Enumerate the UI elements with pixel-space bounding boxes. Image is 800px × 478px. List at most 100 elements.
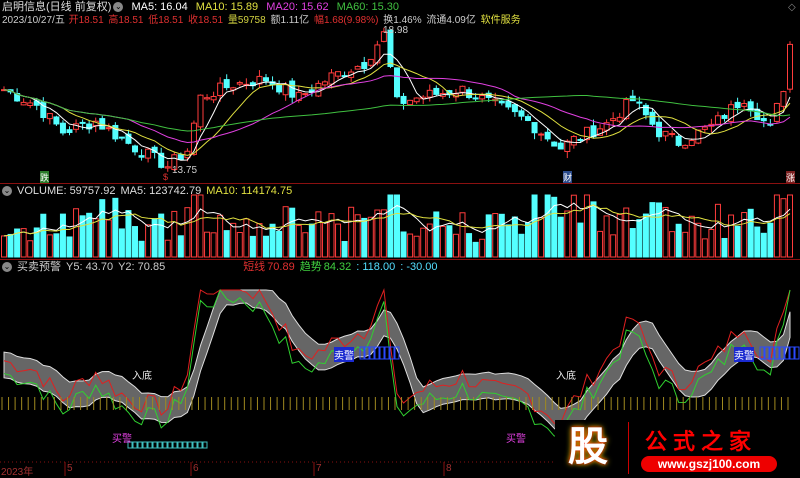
volume-bar [177,235,184,258]
volume-bar [315,211,322,258]
candle-body [407,99,414,106]
max-price-label: 18.98 [383,25,409,36]
volume-bar [616,213,623,258]
candle-body [354,65,361,70]
value-118: : 118.00 [356,261,396,273]
indicator-header: ⌄ 买卖预警 Y5: 43.70 Y2: 70.85 短线 70.89 趋势 84.32: 1… [2,261,443,274]
candle-body [754,108,761,121]
volume-bar [682,231,689,258]
volume-bar [466,233,473,258]
candle-body [511,104,518,113]
short-value: 70.89 [267,261,295,273]
volume-bar [269,223,276,258]
panel-divider[interactable] [0,183,800,184]
volume-bar [505,224,512,258]
candle-body [459,85,466,93]
short-label: 短线 [243,261,266,273]
volume-bar [1,235,7,258]
volume-bar [433,211,440,258]
candle-body [780,91,787,107]
volume-bar [583,194,590,258]
x-axis-label: 7 [316,463,322,474]
volume-bar [564,210,571,258]
candle-body [400,95,407,104]
volume-bar [747,208,754,258]
candle-body [367,58,374,66]
volume-bar [40,213,47,258]
buy-warning: 买警 [112,434,132,445]
volume-bar [341,241,348,258]
candle-body [236,82,243,85]
volume-bar [767,222,774,258]
candle-body [321,81,328,86]
candle-body [734,101,741,109]
candle-body [302,93,309,96]
volume-bar [230,222,237,258]
candle-body [426,89,433,98]
volume-bar [728,214,735,258]
vol-ma10: MA10: 114174.75 [206,185,293,197]
volume-bar [577,222,584,258]
marker-dollar[interactable]: $ [163,172,168,182]
logo-mark: 股 [568,425,608,469]
volume-bar [249,235,256,258]
buy-box [172,441,178,449]
trend-label: 趋势 [299,261,322,273]
candle-body [118,136,125,139]
candle-body [557,142,564,150]
candle-body [145,148,152,159]
volume-bar [387,194,394,258]
candle-body [544,131,551,140]
kline-chart[interactable] [0,0,800,476]
volume-bar [590,201,597,258]
candle-body [682,144,689,149]
candle-body [197,94,204,128]
candle-body [472,97,479,100]
sell-warning: 卖警 [334,347,354,362]
candle-body [649,111,656,125]
volume-bar [145,224,152,258]
candle-body [636,101,643,104]
volume-bar [511,216,518,258]
volume-bar [321,222,328,258]
volume-bar [138,240,145,258]
volume-bar [525,222,531,258]
panel-divider[interactable] [0,259,800,260]
volume-bar [210,232,217,258]
min-price-label: 13.75 [172,165,198,176]
dropdown-icon[interactable]: ⌄ [2,262,12,273]
candle-body [531,122,538,134]
candle-body [132,145,138,153]
buy-box [197,441,203,449]
volume-bar [66,236,73,258]
volume-bar [531,194,538,258]
dropdown-icon[interactable]: ⌄ [2,186,12,197]
buy-box [137,441,143,449]
volume-bar [492,213,499,258]
candle-body [662,130,669,137]
bottom-signal: 入底 [556,371,576,382]
candle-body [204,97,211,100]
volume-bar [394,194,400,258]
volume-bar [197,194,204,258]
volume-bar [708,228,715,258]
watermark-logo: 股 公式之家 www.gszj100.com [555,420,800,476]
volume-bar [721,237,728,258]
indicator-title[interactable]: 买卖预警 [17,261,61,273]
buy-box [192,441,198,449]
volume-bar [610,234,617,258]
buy-box [142,441,148,449]
indicator-band [3,289,791,435]
volume-bar [760,232,767,258]
volume-bar [256,223,263,258]
volume-bar [701,238,708,258]
volume-bar [656,202,662,258]
volume-bar [132,226,138,258]
volume-bar [125,210,132,258]
candle-body [190,122,197,155]
volume-bar [479,238,486,258]
diamond-icon[interactable]: ◇ [788,2,796,13]
volume-bar [675,223,682,258]
x-axis-label: 5 [67,463,73,474]
candle-body [276,83,283,93]
